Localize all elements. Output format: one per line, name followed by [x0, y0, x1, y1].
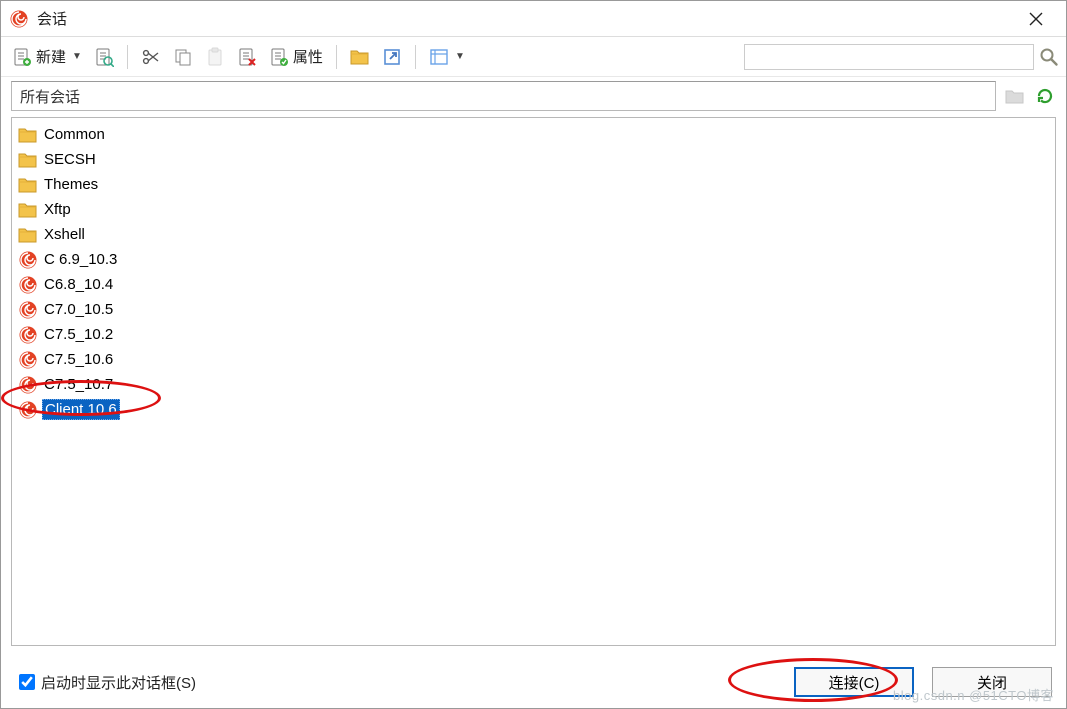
folder-icon	[18, 125, 38, 145]
chevron-down-icon: ▼	[72, 51, 82, 62]
session-item[interactable]: C7.5_10.7	[12, 372, 1055, 397]
show-on-startup-checkbox[interactable]	[19, 674, 35, 690]
titlebar: 会话	[1, 1, 1066, 37]
session-icon	[18, 375, 38, 395]
close-button[interactable]: 关闭	[932, 667, 1052, 697]
item-label: Xshell	[42, 225, 87, 244]
session-dialog: 会话 新建 ▼ 属性	[0, 0, 1067, 709]
copy-button[interactable]	[168, 42, 198, 72]
folder-icon	[18, 225, 38, 245]
connect-button[interactable]: 连接(C)	[794, 667, 914, 697]
item-label: C7.5_10.2	[42, 325, 115, 344]
search-input[interactable]	[744, 44, 1034, 70]
session-icon	[18, 250, 38, 270]
session-item[interactable]: C7.5_10.6	[12, 347, 1055, 372]
item-label: C7.0_10.5	[42, 300, 115, 319]
folder-item[interactable]: Themes	[12, 172, 1055, 197]
refresh-button[interactable]	[1034, 85, 1056, 107]
find-button[interactable]	[89, 42, 119, 72]
folder-item[interactable]: Xftp	[12, 197, 1055, 222]
browse-folder-button[interactable]	[1004, 85, 1026, 107]
folder-item[interactable]: SECSH	[12, 147, 1055, 172]
session-item[interactable]: C 6.9_10.3	[12, 247, 1055, 272]
session-item[interactable]: C7.0_10.5	[12, 297, 1055, 322]
open-folder-button[interactable]	[345, 42, 375, 72]
session-item[interactable]: C6.8_10.4	[12, 272, 1055, 297]
properties-button[interactable]: 属性	[264, 42, 328, 72]
chevron-down-icon: ▼	[455, 51, 465, 62]
window-title: 会话	[37, 8, 67, 29]
item-label: C 6.9_10.3	[42, 250, 119, 269]
item-label: C6.8_10.4	[42, 275, 115, 294]
paste-button[interactable]	[200, 42, 230, 72]
folder-icon	[18, 200, 38, 220]
session-icon	[18, 275, 38, 295]
new-button[interactable]: 新建 ▼	[7, 42, 87, 72]
search-icon[interactable]	[1038, 46, 1060, 68]
item-label: Xftp	[42, 200, 73, 219]
item-label: Client 10.6	[42, 399, 120, 420]
path-row: 所有会话	[1, 77, 1066, 115]
properties-button-label: 属性	[293, 46, 323, 67]
connect-button-label: 连接(C)	[829, 672, 880, 693]
item-label: Common	[42, 125, 107, 144]
path-input[interactable]: 所有会话	[11, 81, 996, 111]
item-label: Themes	[42, 175, 100, 194]
session-icon	[18, 300, 38, 320]
session-item[interactable]: C7.5_10.2	[12, 322, 1055, 347]
item-label: C7.5_10.7	[42, 375, 115, 394]
window-close-button[interactable]	[1014, 1, 1058, 37]
app-icon	[9, 9, 29, 29]
new-button-label: 新建	[36, 46, 66, 67]
shortcut-button[interactable]	[377, 42, 407, 72]
show-on-startup-label: 启动时显示此对话框(S)	[41, 672, 196, 693]
cut-button[interactable]	[136, 42, 166, 72]
toolbar: 新建 ▼ 属性 ▼	[1, 37, 1066, 77]
item-label: SECSH	[42, 150, 98, 169]
folder-item[interactable]: Xshell	[12, 222, 1055, 247]
session-list[interactable]: Common SECSH Themes Xftp Xshell C 6.9_10.3 C6.…	[11, 117, 1056, 646]
folder-icon	[18, 175, 38, 195]
delete-button[interactable]	[232, 42, 262, 72]
session-icon	[18, 350, 38, 370]
view-mode-button[interactable]: ▼	[424, 42, 470, 72]
path-text: 所有会话	[20, 86, 80, 107]
close-button-label: 关闭	[977, 672, 1007, 693]
folder-icon	[18, 150, 38, 170]
session-icon	[18, 400, 38, 420]
session-icon	[18, 325, 38, 345]
folder-item[interactable]: Common	[12, 122, 1055, 147]
item-label: C7.5_10.6	[42, 350, 115, 369]
footer: 启动时显示此对话框(S) 连接(C) 关闭	[1, 656, 1066, 708]
session-item[interactable]: Client 10.6	[12, 397, 1055, 422]
